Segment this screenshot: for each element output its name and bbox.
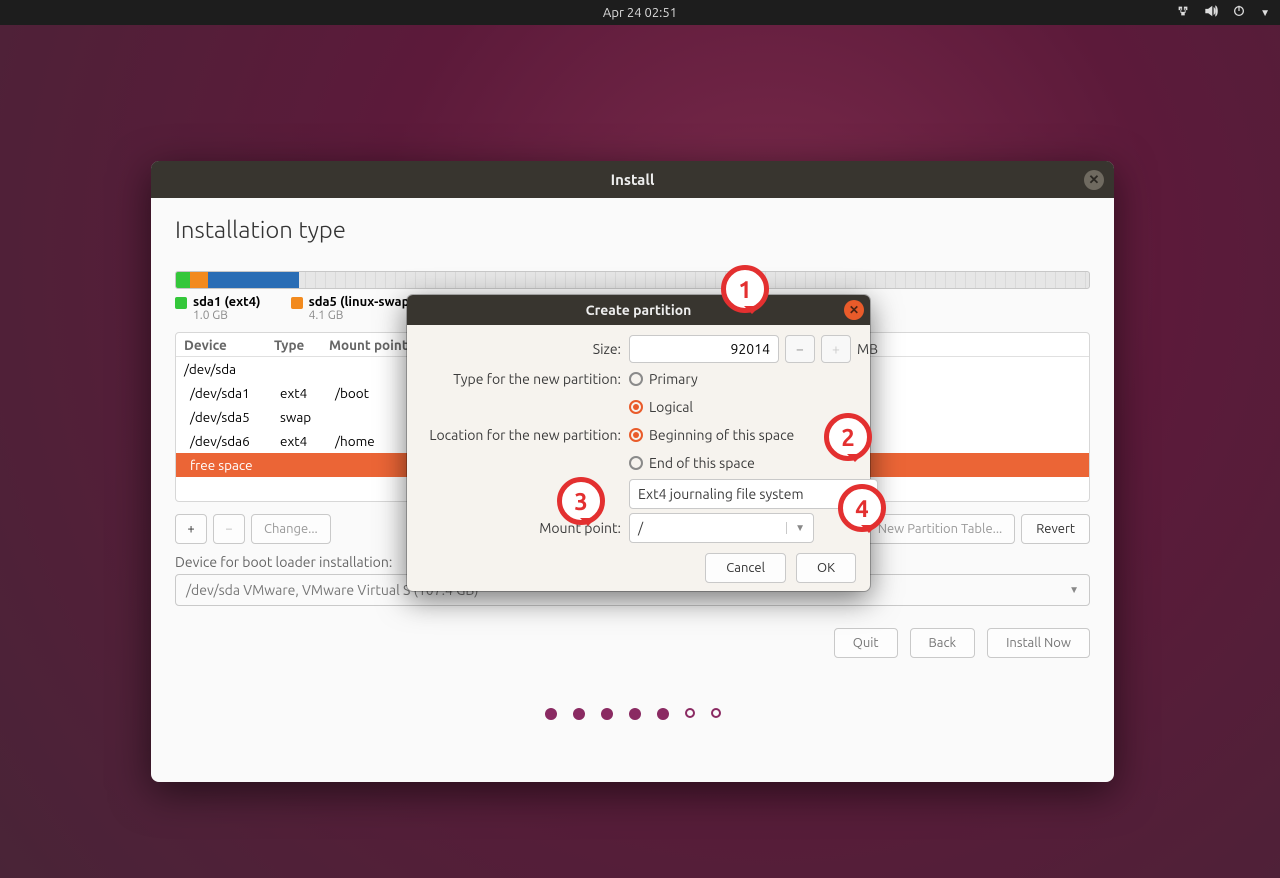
close-icon[interactable]: ✕: [844, 300, 864, 320]
disk-seg-sda6: [208, 272, 299, 288]
new-partition-table-button[interactable]: New Partition Table...: [865, 514, 1016, 544]
annotation-3: 3: [557, 477, 605, 525]
disk-seg-sda1: [176, 272, 190, 288]
legend-sub: 1.0 GB: [193, 309, 261, 322]
add-partition-button[interactable]: +: [175, 514, 207, 544]
dot: [545, 708, 557, 720]
close-icon[interactable]: ✕: [1084, 170, 1104, 190]
type-label: Type for the new partition:: [421, 371, 621, 387]
network-icon[interactable]: [1176, 4, 1190, 21]
progress-dots: [151, 708, 1114, 720]
system-tray: ▼: [1176, 0, 1270, 25]
quit-button[interactable]: Quit: [834, 628, 898, 658]
create-partition-dialog: Create partition ✕ Size: − + MB Type for…: [407, 295, 870, 591]
swatch-orange: [291, 297, 303, 309]
size-unit: MB: [857, 341, 878, 357]
install-now-button[interactable]: Install Now: [987, 628, 1090, 658]
sound-icon[interactable]: [1204, 4, 1218, 21]
dialog-title: Create partition: [586, 302, 692, 318]
annotation-4: 4: [838, 484, 886, 532]
legend-sub: 4.1 GB: [309, 309, 414, 322]
dot: [573, 708, 585, 720]
size-label: Size:: [421, 341, 621, 357]
window-titlebar: Install ✕: [151, 161, 1114, 198]
legend-title: sda1 (ext4): [193, 295, 261, 309]
mountpoint-value: /: [638, 520, 643, 536]
disk-usage-bar: [175, 271, 1090, 289]
top-menubar: Apr 24 02:51 ▼: [0, 0, 1280, 25]
cancel-button[interactable]: Cancel: [705, 553, 786, 583]
dot: [601, 708, 613, 720]
annotation-1: 1: [721, 265, 769, 313]
power-icon[interactable]: [1232, 4, 1246, 21]
size-decrement-button[interactable]: −: [785, 335, 815, 363]
legend-item-sda1: sda1 (ext4) 1.0 GB: [175, 295, 261, 322]
dialog-titlebar: Create partition ✕: [407, 295, 870, 325]
back-button[interactable]: Back: [910, 628, 976, 658]
chevron-down-icon: ▼: [1069, 584, 1079, 596]
disk-seg-sda5: [190, 272, 208, 288]
mountpoint-select[interactable]: / ▼: [629, 513, 814, 543]
change-button[interactable]: Change...: [251, 514, 331, 544]
chevron-down-icon: ▼: [786, 522, 805, 534]
annotation-2: 2: [824, 413, 872, 461]
col-device: Device: [184, 337, 274, 353]
dot: [629, 708, 641, 720]
dot: [685, 708, 695, 718]
remove-partition-button[interactable]: −: [213, 514, 245, 544]
ok-button[interactable]: OK: [796, 553, 856, 583]
dot: [711, 708, 721, 718]
legend-item-sda5: sda5 (linux-swap) 4.1 GB: [291, 295, 414, 322]
window-title: Install: [611, 171, 655, 188]
col-type: Type: [274, 337, 329, 353]
swatch-green: [175, 297, 187, 309]
size-input[interactable]: [629, 335, 779, 363]
dot: [657, 708, 669, 720]
radio-primary[interactable]: Primary: [629, 367, 878, 391]
page-title: Installation type: [175, 216, 1090, 243]
chevron-down-icon[interactable]: ▼: [1260, 7, 1270, 19]
wizard-footer: Quit Back Install Now: [175, 628, 1090, 658]
location-label: Location for the new partition:: [421, 427, 621, 443]
revert-button[interactable]: Revert: [1021, 514, 1090, 544]
clock: Apr 24 02:51: [603, 6, 677, 20]
size-increment-button[interactable]: +: [821, 335, 851, 363]
legend-title: sda5 (linux-swap): [309, 295, 414, 309]
